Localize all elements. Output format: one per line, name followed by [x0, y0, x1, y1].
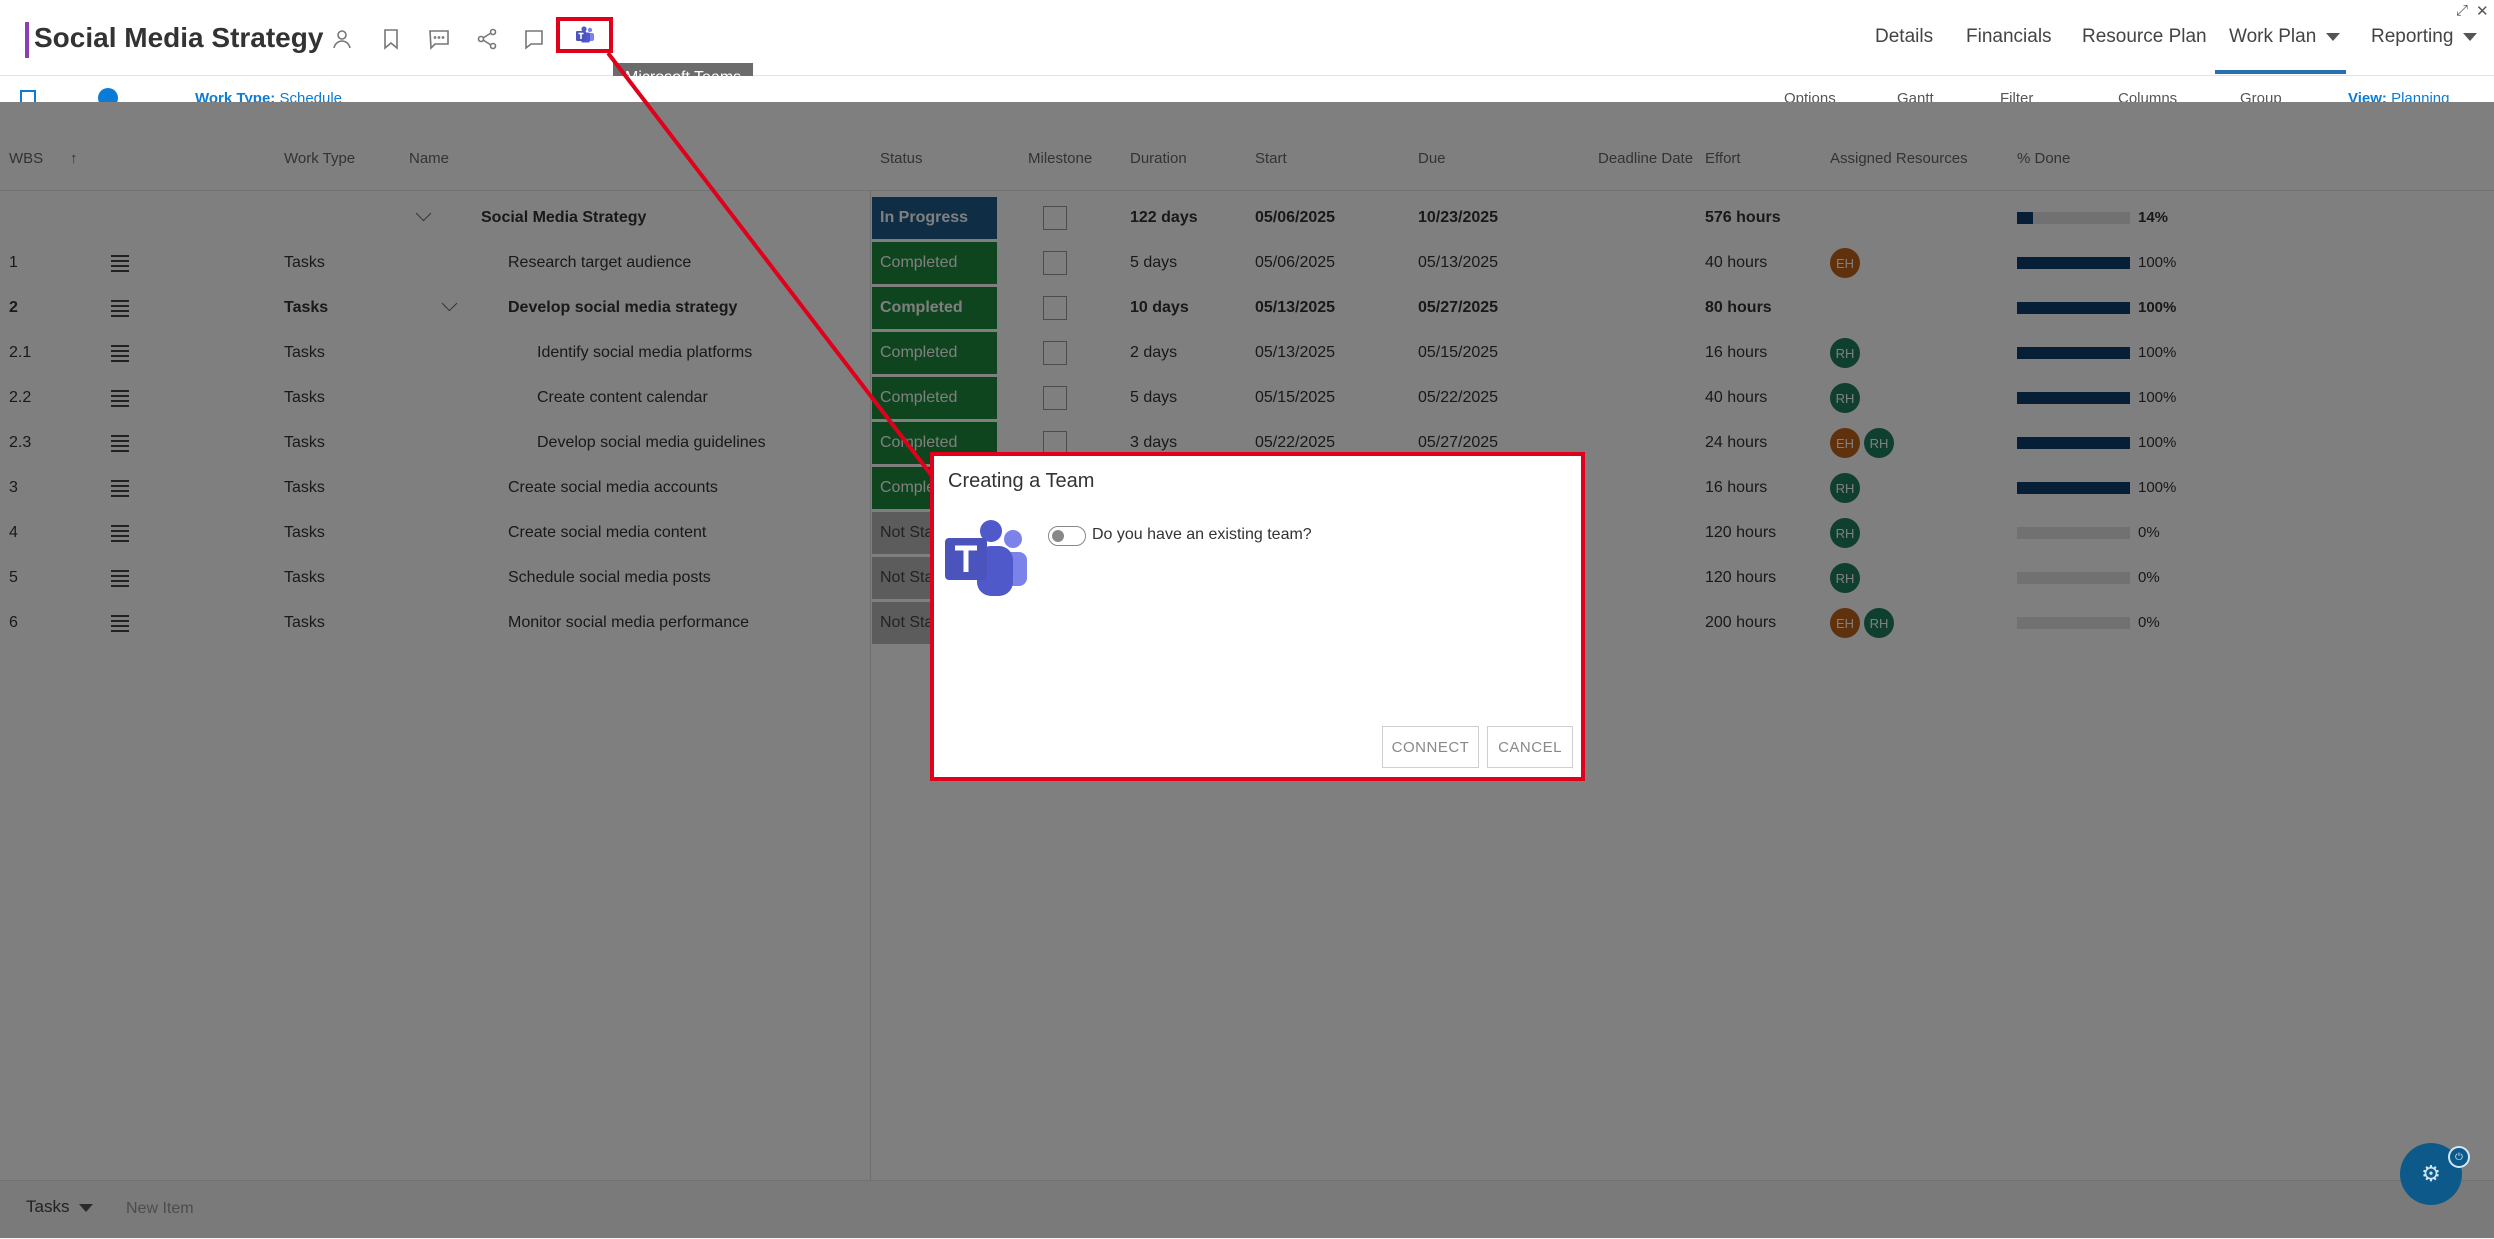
expand-icon[interactable]: ⤢ — [2456, 2, 2468, 19]
nav-resource-plan[interactable]: Resource Plan — [2082, 26, 2207, 48]
share-icon[interactable] — [470, 22, 504, 56]
nav-reporting-label: Reporting — [2371, 26, 2454, 47]
power-icon: ⏻ — [2448, 1146, 2470, 1168]
person-icon[interactable] — [325, 22, 359, 56]
filter-menu[interactable]: Filter — [2000, 90, 2033, 102]
view-label: View: — [2348, 90, 2387, 102]
chevron-down-icon — [2326, 32, 2341, 41]
toolbar: Work Type: Schedule Options Gantt Filter… — [0, 76, 2494, 102]
dialog-title: Creating a Team — [948, 470, 1095, 492]
nav-work-plan[interactable]: Work Plan — [2229, 26, 2341, 48]
active-tab-indicator — [2215, 70, 2346, 74]
columns-button[interactable]: Columns — [2118, 90, 2177, 102]
cancel-button[interactable]: CANCEL — [1487, 726, 1573, 768]
add-icon[interactable] — [98, 88, 118, 102]
toggle-knob — [1052, 530, 1064, 542]
view-value: Planning — [2391, 90, 2450, 102]
chevron-down-icon — [2463, 32, 2478, 41]
gantt-button[interactable]: Gantt — [1897, 90, 1934, 102]
help-icon: ⚙ — [2421, 1161, 2441, 1186]
save-icon[interactable] — [20, 90, 36, 102]
close-icon[interactable]: ✕ — [2476, 2, 2489, 20]
existing-team-label: Do you have an existing team? — [1092, 526, 1312, 543]
chat-icon[interactable] — [517, 22, 551, 56]
work-type-value: Schedule — [279, 90, 343, 102]
nav-details[interactable]: Details — [1875, 26, 1933, 48]
bookmark-icon[interactable] — [374, 22, 408, 56]
nav-financials[interactable]: Financials — [1966, 26, 2052, 48]
options-menu[interactable]: Options — [1784, 90, 1836, 102]
page-title: Social Media Strategy — [34, 22, 324, 53]
view-selector[interactable]: View: Planning — [2348, 90, 2449, 102]
work-type-label: Work Type: — [195, 90, 276, 102]
group-menu[interactable]: Group — [2240, 90, 2282, 102]
nav-reporting[interactable]: Reporting — [2371, 26, 2478, 48]
comments-icon[interactable] — [422, 22, 456, 56]
nav-work-plan-label: Work Plan — [2229, 26, 2317, 47]
connect-button[interactable]: CONNECT — [1382, 726, 1479, 768]
work-type-selector[interactable]: Work Type: Schedule — [195, 90, 342, 102]
microsoft-teams-logo-icon — [943, 513, 1033, 603]
microsoft-teams-button[interactable] — [556, 17, 613, 53]
title-accent-bar — [25, 22, 29, 58]
